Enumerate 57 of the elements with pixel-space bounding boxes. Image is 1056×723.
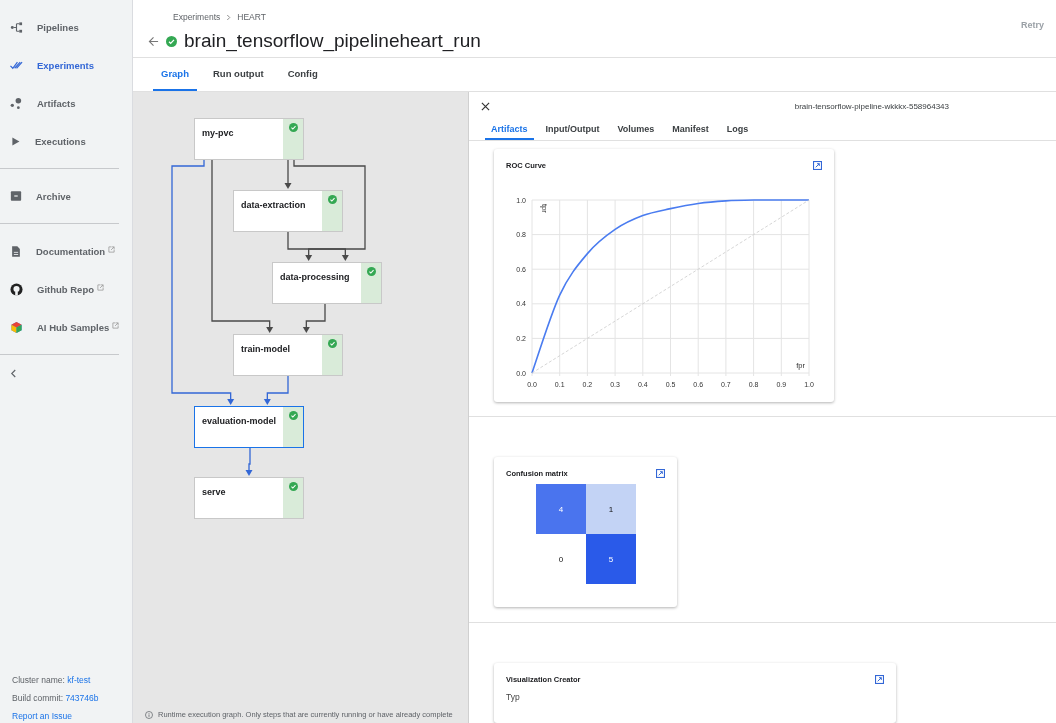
check-icon [327, 339, 337, 348]
dots-icon [10, 96, 23, 110]
play-icon [10, 135, 21, 147]
nav-item[interactable]: Archive [0, 177, 119, 215]
pipeline-node[interactable]: train-model [233, 334, 343, 376]
nav-item[interactable]: Github Repo [0, 270, 119, 308]
matrix-cell: 4 [536, 484, 586, 534]
check-icon [288, 123, 298, 132]
nav-item[interactable]: Pipelines [0, 8, 119, 46]
archive-icon [10, 190, 22, 202]
double-check-icon [10, 60, 23, 70]
pipeline-node[interactable]: data-processing [272, 262, 382, 304]
check-icon [327, 195, 337, 204]
github-icon [10, 282, 23, 296]
cluster-link[interactable]: kf-test [67, 675, 91, 685]
breadcrumb-link[interactable]: HEART [237, 12, 266, 22]
tab[interactable]: Volumes [611, 120, 661, 140]
tab[interactable]: Run output [205, 58, 272, 91]
expand-icon[interactable] [875, 675, 884, 684]
expand-icon[interactable] [813, 161, 822, 170]
nav-item[interactable]: AI Hub Samples [0, 308, 119, 346]
cluster-name-text: Cluster name: kf-test [12, 675, 92, 685]
document-icon [10, 244, 22, 258]
check-icon [288, 411, 298, 420]
nav-item[interactable]: Artifacts [0, 84, 119, 122]
breadcrumb-link[interactable]: Experiments [173, 12, 221, 22]
close-icon[interactable] [481, 101, 490, 111]
commit-link[interactable]: 743746b [65, 693, 99, 703]
pipeline-node[interactable]: my-pvc [194, 118, 304, 160]
tab[interactable]: Config [279, 58, 326, 91]
nav-item[interactable]: Experiments [0, 46, 119, 84]
check-icon [366, 267, 376, 276]
matrix-cell: 5 [586, 534, 636, 584]
back-arrow-icon[interactable] [148, 35, 159, 47]
matrix-cell: 1 [586, 484, 636, 534]
run-id-text: brain-tensorflow-pipeline-wkkkx-558964343 [794, 101, 949, 111]
check-icon [288, 482, 298, 491]
nav-item[interactable]: Executions [0, 122, 119, 160]
pipelines-icon [10, 20, 23, 34]
status-check-icon [166, 35, 177, 47]
nav-item[interactable]: Documentation [0, 232, 119, 270]
tab[interactable]: Manifest [666, 120, 715, 140]
pipeline-node[interactable]: serve [194, 477, 304, 519]
chevron-right-icon [226, 13, 232, 21]
build-commit-text: Build commit: 743746b [12, 693, 100, 703]
tab[interactable]: Artifacts [485, 120, 534, 140]
tab[interactable]: Logs [720, 120, 755, 140]
chevron-left-icon[interactable] [10, 369, 17, 378]
pipeline-node[interactable]: data-extraction [233, 190, 343, 232]
pipeline-node[interactable]: evaluation-model [194, 406, 304, 448]
info-icon [145, 710, 153, 719]
hexagon-icon [10, 320, 23, 334]
run-title: brain_tensorflow_pipelineheart_run [184, 30, 481, 52]
expand-icon[interactable] [656, 469, 665, 478]
tab[interactable]: Input/Output [539, 120, 606, 140]
report-issue-link[interactable]: Report an Issue [12, 711, 132, 721]
field-label: Typ [506, 692, 520, 702]
